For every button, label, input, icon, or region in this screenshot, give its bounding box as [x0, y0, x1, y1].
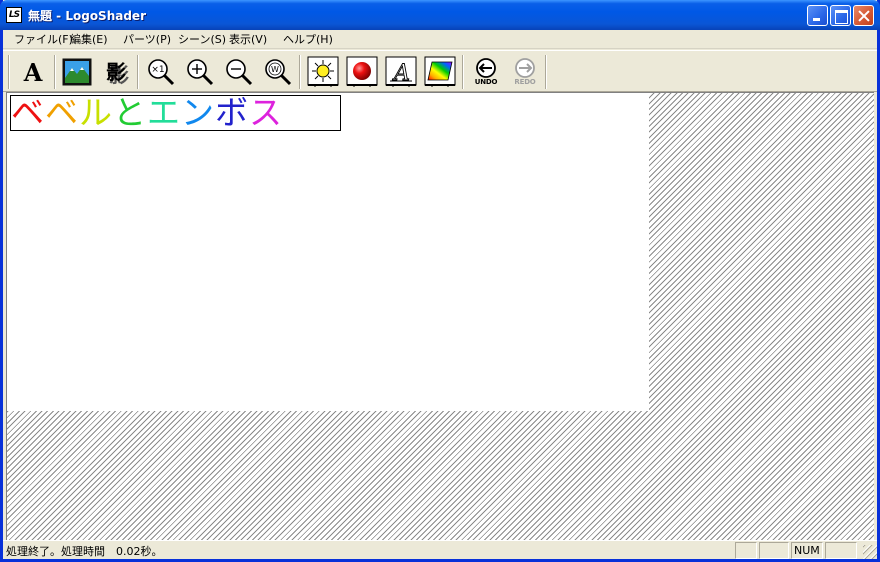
undo-label: UNDO [474, 78, 498, 86]
svg-text:A: A [392, 61, 410, 86]
close-button[interactable] [853, 5, 874, 26]
logo-char: ボ [215, 95, 249, 131]
undo-arrow-icon [476, 58, 496, 78]
title-bar[interactable]: LS 無題 - LogoShader [0, 0, 880, 30]
app-window: LS 無題 - LogoShader ファイル(F) 編集(E) パーツ(P) … [0, 0, 880, 562]
logo-text: ベベルとエンボス [11, 95, 283, 131]
rainbow-gradient-icon [424, 56, 456, 87]
redo-arrow-icon [515, 58, 535, 78]
toolbar-separator [462, 55, 464, 89]
bevel-button[interactable]: A [385, 56, 417, 88]
color-gradient-button[interactable] [424, 56, 456, 88]
logo-char: エ [147, 95, 181, 131]
logo-char: ス [249, 95, 283, 131]
text-tool-icon: A [23, 57, 43, 87]
logo-char: ベ [45, 95, 79, 131]
redo-button[interactable]: REDO [509, 56, 541, 88]
toolbar: A 影 影 ×1 W A UNDO REDO [3, 50, 877, 92]
red-sphere-icon [346, 56, 378, 87]
num-lock-indicator: NUM [791, 542, 823, 559]
redo-label: REDO [514, 78, 536, 86]
landscape-image-icon [62, 58, 92, 86]
menu-edit[interactable]: 編集(E) [65, 32, 113, 48]
menu-parts[interactable]: パーツ(P) [118, 32, 176, 48]
svg-text:影: 影 [106, 60, 126, 84]
sun-light-icon [307, 56, 339, 87]
canvas[interactable]: ベベルとエンボス [7, 93, 649, 411]
zoom-out-button[interactable] [223, 56, 255, 88]
svg-text:W: W [271, 65, 279, 74]
window-title: 無題 - LogoShader [28, 9, 146, 23]
shadow-kanji-icon: 影 影 [106, 60, 129, 86]
maximize-button[interactable] [830, 5, 851, 26]
status-message: 処理終了。処理時間 0.02秒。 [6, 545, 163, 558]
zoom-out-icon [226, 59, 253, 86]
zoom-1x-button[interactable]: ×1 [145, 56, 177, 88]
status-pane [825, 542, 857, 559]
logo-char: と [113, 95, 147, 131]
resize-grip[interactable] [863, 545, 877, 559]
workspace[interactable]: ベベルとエンボス [6, 92, 874, 540]
logo-char: ベ [11, 95, 45, 131]
logo-char: ン [181, 95, 215, 131]
text-tool-button[interactable]: A [17, 56, 49, 88]
minimize-button[interactable] [807, 5, 828, 26]
toolbar-separator [299, 55, 301, 89]
svg-text:×1: ×1 [151, 65, 164, 75]
menu-help[interactable]: ヘルプ(H) [278, 32, 338, 48]
background-image-button[interactable] [61, 56, 93, 88]
undo-button[interactable]: UNDO [470, 56, 502, 88]
toolbar-separator [545, 55, 547, 89]
zoom-fit-button[interactable]: W [262, 56, 294, 88]
zoom-in-button[interactable] [184, 56, 216, 88]
menu-scene[interactable]: シーン(S) [173, 32, 231, 48]
status-pane [735, 542, 757, 559]
bevel-letter-icon: A [385, 56, 417, 87]
zoom-1x-icon: ×1 [148, 59, 175, 86]
logo-char: ル [79, 95, 113, 131]
shadow-button[interactable]: 影 影 [101, 56, 133, 88]
toolbar-separator [8, 55, 10, 89]
app-icon[interactable]: LS [6, 7, 22, 23]
toolbar-separator [54, 55, 56, 89]
zoom-fit-icon: W [265, 59, 292, 86]
status-bar: 処理終了。処理時間 0.02秒。 NUM [3, 540, 877, 559]
toolbar-separator [137, 55, 139, 89]
menu-view[interactable]: 表示(V) [224, 32, 272, 48]
light-button[interactable] [307, 56, 339, 88]
status-pane [759, 542, 789, 559]
material-button[interactable] [346, 56, 378, 88]
menu-bar: ファイル(F) 編集(E) パーツ(P) シーン(S) 表示(V) ヘルプ(H) [3, 30, 877, 49]
zoom-in-icon [187, 59, 214, 86]
logo-text-object[interactable]: ベベルとエンボス [10, 95, 341, 131]
